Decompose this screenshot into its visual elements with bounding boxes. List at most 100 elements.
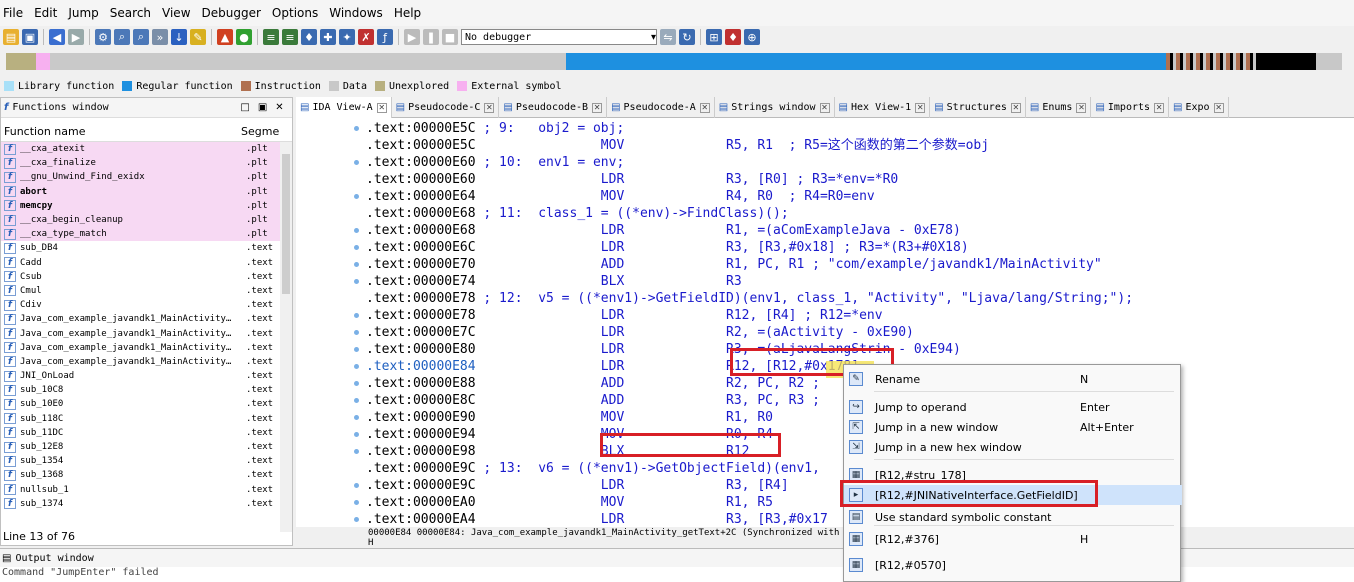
column-segment[interactable]: Segme [241, 125, 279, 138]
function-row[interactable]: f sub_11DC .text [1, 426, 292, 440]
text-search-icon[interactable]: ⌕ [114, 29, 130, 45]
breakpoint-dot[interactable] [354, 228, 359, 233]
tab-close-icon[interactable]: ✕ [1076, 102, 1087, 113]
tab-ida-view-a[interactable]: ▤ IDA View-A ✕ [296, 97, 392, 118]
menu-jump[interactable]: Jump [65, 6, 106, 20]
next-icon[interactable]: » [152, 29, 168, 45]
breakpoint-dot[interactable] [354, 194, 359, 199]
function-row[interactable]: f Java_com_example_javandk1_MainActivity…… [1, 341, 292, 355]
function-row[interactable]: f abort .plt [1, 184, 292, 199]
code-line[interactable]: .text:00000E68 ; 11: class_1 = ((*env)->… [366, 205, 1354, 222]
breakpoint-dot[interactable] [354, 279, 359, 284]
function-row[interactable]: f __cxa_begin_cleanup .plt [1, 212, 292, 228]
mark-icon[interactable]: ✎ [190, 29, 206, 45]
context-menu-item[interactable]: ▤ Use standard symbolic constant [844, 507, 1182, 527]
menu-search[interactable]: Search [107, 6, 159, 20]
context-menu-item[interactable]: ▦ [R12,#0570] [844, 555, 1182, 575]
function-row[interactable]: f nullsub_1 .text [1, 483, 292, 497]
breakpoint-dot[interactable] [354, 347, 359, 352]
tab-enums[interactable]: ▤ Enums ✕ [1026, 97, 1092, 118]
function-row[interactable]: f sub_DB4 .text [1, 241, 292, 255]
function-row[interactable]: f sub_12E8 .text [1, 440, 292, 454]
breakpoint-dot[interactable] [354, 483, 359, 488]
function-row[interactable]: f sub_1374 .text [1, 497, 292, 511]
function-row[interactable]: f sub_1354 .text [1, 454, 292, 468]
function-row[interactable]: f Csub .text [1, 270, 292, 284]
data-icon[interactable]: ≡ [282, 29, 298, 45]
menu-view[interactable]: View [159, 6, 198, 20]
back-icon[interactable]: ◀ [49, 29, 65, 45]
code-line[interactable]: .text:00000E5C ; 9: obj2 = obj; [366, 120, 1354, 137]
tab-pseudocode-c[interactable]: ▤ Pseudocode-C ✕ [392, 97, 500, 118]
watch-icon[interactable]: ⊕ [744, 29, 760, 45]
breakpoint-dot[interactable] [354, 126, 359, 131]
down-icon[interactable]: ↓ [171, 29, 187, 45]
menu-debugger[interactable]: Debugger [199, 6, 269, 20]
function-row[interactable]: f JNI_OnLoad .text [1, 369, 292, 383]
float-icon[interactable]: ▣ [258, 102, 267, 113]
breakpoint-dot[interactable] [354, 160, 359, 165]
tab-close-icon[interactable]: ✕ [1010, 102, 1021, 113]
menu-edit[interactable]: Edit [31, 6, 65, 20]
context-menu-item[interactable]: ⇱ Jump in a new window Alt+Enter [844, 417, 1182, 437]
tab-close-icon[interactable]: ✕ [1154, 102, 1165, 113]
function-row[interactable]: f Cmul .text [1, 284, 292, 298]
code-line[interactable]: .text:00000E78 ; 12: v5 = ((*env1)->GetF… [366, 290, 1354, 307]
function-row[interactable]: f __cxa_atexit .plt [1, 142, 292, 157]
tab-expo[interactable]: ▤ Expo ✕ [1169, 97, 1229, 118]
menu-options[interactable]: Options [269, 6, 326, 20]
tab-hex-view-1[interactable]: ▤ Hex View-1 ✕ [835, 97, 931, 118]
code-line[interactable]: .text:00000E60 ; 10: env1 = env; [366, 154, 1354, 171]
code-line[interactable]: .text:00000E68 LDR R1, =(aComExampleJava… [366, 222, 1354, 239]
code-line[interactable]: .text:00000E5C MOV R5, R1 ; R5=这个函数的第二个参… [366, 137, 1354, 154]
function-row[interactable]: f Java_com_example_javandk1_MainActivity…… [1, 355, 292, 369]
navigation-strip[interactable] [6, 53, 1342, 70]
code-line[interactable]: .text:00000E78 LDR R12, [R4] ; R12=*env [366, 307, 1354, 324]
tab-close-icon[interactable]: ✕ [819, 102, 830, 113]
function-row[interactable]: f memcpy .plt [1, 198, 292, 213]
breakpoint-dot[interactable] [354, 398, 359, 403]
tab-close-icon[interactable]: ✕ [915, 102, 926, 113]
run-icon[interactable]: ● [236, 29, 252, 45]
save-icon[interactable]: ▣ [22, 29, 38, 45]
breakpoint-dot[interactable] [354, 262, 359, 267]
graph-icon[interactable]: ▲ [217, 29, 233, 45]
function-row[interactable]: f sub_10E0 .text [1, 397, 292, 411]
functions-list[interactable]: f __cxa_atexit .plt f __cxa_finalize .plt f __g… [1, 142, 292, 511]
tab-close-icon[interactable]: ✕ [484, 102, 495, 113]
func-icon[interactable]: ƒ [377, 29, 393, 45]
code-line[interactable]: .text:00000E64 MOV R4, R0 ; R4=R0=env [366, 188, 1354, 205]
patch-icon[interactable]: ✗ [358, 29, 374, 45]
tab-close-icon[interactable]: ✕ [1213, 102, 1224, 113]
maximize-icon[interactable]: □ [240, 102, 249, 113]
column-function-name[interactable]: Function name [1, 125, 241, 138]
tab-pseudocode-b[interactable]: ▤ Pseudocode-B ✕ [499, 97, 608, 118]
attach-icon[interactable]: ⇋ [660, 29, 676, 45]
function-row[interactable]: f Java_com_example_javandk1_MainActivity…… [1, 312, 292, 326]
menu-file[interactable]: File [0, 6, 31, 20]
tab-strings-window[interactable]: ▤ Strings window ✕ [715, 97, 835, 118]
function-row[interactable]: f sub_1368 .text [1, 468, 292, 482]
tab-close-icon[interactable]: ✕ [699, 102, 710, 113]
breakpoint-dot[interactable] [354, 364, 359, 369]
sync-icon[interactable]: ↻ [679, 29, 695, 45]
code-line[interactable]: .text:00000E60 LDR R3, [R0] ; R3=*env=*R… [366, 171, 1354, 188]
function-row[interactable]: f __gnu_Unwind_Find_exidx .plt [1, 170, 292, 185]
function-row[interactable]: f __cxa_type_match .plt [1, 227, 292, 242]
breakpoint-dot[interactable] [354, 432, 359, 437]
breakpoint-icon[interactable]: ♦ [725, 29, 741, 45]
context-menu-item[interactable]: ✎ Rename N [844, 369, 1182, 389]
debugger-select[interactable]: No debugger ▾ [461, 29, 657, 45]
context-menu-item[interactable]: ↪ Jump to operand Enter [844, 397, 1182, 417]
function-row[interactable]: f Java_com_example_javandk1_MainActivity…… [1, 326, 292, 340]
function-row[interactable]: f __cxa_finalize .plt [1, 156, 292, 171]
code-icon[interactable]: ≡ [263, 29, 279, 45]
breakpoint-dot[interactable] [354, 330, 359, 335]
tab-close-icon[interactable]: ✕ [376, 102, 387, 113]
breakpoint-dot[interactable] [354, 245, 359, 250]
context-menu-item[interactable]: ⇲ Jump in a new hex window [844, 437, 1182, 457]
pause-icon[interactable]: ❚ [423, 29, 439, 45]
function-row[interactable]: f Cdiv .text [1, 298, 292, 312]
tab-imports[interactable]: ▤ Imports ✕ [1091, 97, 1170, 118]
binary-icon[interactable]: ⚙ [95, 29, 111, 45]
